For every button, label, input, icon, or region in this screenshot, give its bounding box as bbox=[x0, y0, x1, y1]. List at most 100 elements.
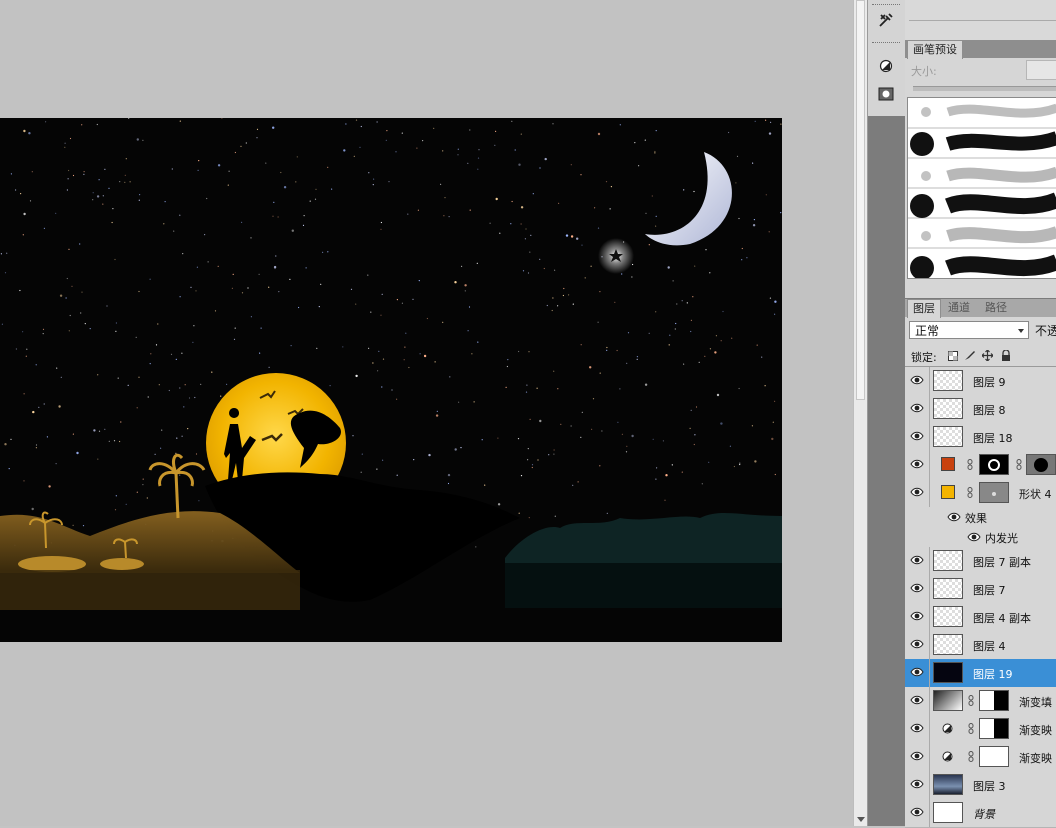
layer-row[interactable]: 图层 4 副本 bbox=[905, 603, 1056, 632]
layer-row[interactable]: 图层 18 bbox=[905, 423, 1056, 452]
eye-visibility-icon[interactable] bbox=[910, 610, 924, 622]
eye-visibility-icon[interactable] bbox=[947, 511, 961, 523]
eye-visibility-icon[interactable] bbox=[910, 806, 924, 818]
layer-thumbnail[interactable] bbox=[933, 662, 963, 683]
layer-row[interactable] bbox=[905, 451, 1056, 480]
star bbox=[138, 199, 140, 201]
dock-grip[interactable] bbox=[872, 4, 900, 7]
adjustment-layer-icon[interactable] bbox=[942, 723, 953, 734]
vector-mask-thumbnail[interactable] bbox=[979, 482, 1009, 503]
layer-thumbnail[interactable] bbox=[933, 802, 963, 823]
shape-color-swatch[interactable] bbox=[941, 457, 955, 471]
brush-stroke-previews[interactable] bbox=[908, 98, 1056, 278]
eye-visibility-icon[interactable] bbox=[910, 458, 924, 470]
star bbox=[526, 384, 528, 386]
eye-visibility-icon[interactable] bbox=[910, 722, 924, 734]
masks-icon[interactable] bbox=[876, 84, 896, 104]
star bbox=[716, 393, 720, 397]
lock-all-icon[interactable] bbox=[1000, 350, 1011, 361]
star bbox=[154, 453, 156, 455]
eye-visibility-icon[interactable] bbox=[910, 554, 924, 566]
layer-thumbnail[interactable] bbox=[933, 606, 963, 627]
lock-position-icon[interactable] bbox=[982, 350, 993, 361]
link-icon[interactable] bbox=[968, 751, 974, 762]
tab-channels[interactable]: 通道 bbox=[943, 299, 975, 317]
eye-visibility-icon[interactable] bbox=[910, 430, 924, 442]
brush-preset-list[interactable] bbox=[907, 97, 1056, 279]
star bbox=[511, 200, 513, 203]
layer-row[interactable]: 图层 8 bbox=[905, 395, 1056, 424]
link-icon[interactable] bbox=[967, 459, 973, 470]
document-canvas-area[interactable] bbox=[0, 0, 853, 826]
link-icon[interactable] bbox=[968, 723, 974, 734]
gradient-fill-thumbnail[interactable] bbox=[933, 690, 963, 711]
brush-size-slider[interactable] bbox=[913, 86, 1056, 91]
layer-row[interactable]: 图层 3 bbox=[905, 771, 1056, 800]
night-scene-artwork[interactable] bbox=[0, 118, 782, 642]
adjustments-icon[interactable] bbox=[876, 56, 896, 76]
layer-mask-thumbnail[interactable] bbox=[979, 718, 1009, 739]
eye-visibility-icon[interactable] bbox=[910, 666, 924, 678]
star bbox=[142, 478, 144, 480]
layer-row[interactable]: 背景 bbox=[905, 799, 1056, 828]
scroll-down-arrow-icon[interactable] bbox=[857, 817, 865, 822]
eye-visibility-icon[interactable] bbox=[910, 486, 924, 498]
eye-visibility-icon[interactable] bbox=[910, 638, 924, 650]
star bbox=[388, 181, 390, 183]
layer-row[interactable]: 渐变填 bbox=[905, 687, 1056, 716]
layer-thumbnail[interactable] bbox=[933, 426, 963, 447]
layer-row[interactable]: 形状 4 bbox=[905, 479, 1056, 508]
layer-thumbnail[interactable] bbox=[933, 578, 963, 599]
layer-thumbnail[interactable] bbox=[933, 550, 963, 571]
star bbox=[676, 303, 678, 305]
layer-thumbnail[interactable] bbox=[933, 634, 963, 655]
eye-visibility-icon[interactable] bbox=[910, 778, 924, 790]
eye-visibility-icon[interactable] bbox=[910, 694, 924, 706]
blend-mode-select[interactable]: 正常 bbox=[909, 321, 1029, 339]
layer-row[interactable]: 图层 19 bbox=[905, 659, 1056, 688]
layer-mask-thumbnail[interactable] bbox=[979, 746, 1009, 767]
layer-row[interactable]: 渐变映 bbox=[905, 715, 1056, 744]
scrollbar-thumb[interactable] bbox=[856, 0, 865, 400]
shape-color-swatch[interactable] bbox=[941, 485, 955, 499]
adjustment-layer-icon[interactable] bbox=[942, 751, 953, 762]
eye-visibility-icon[interactable] bbox=[910, 402, 924, 414]
layer-name: 图层 9 bbox=[973, 376, 1006, 389]
opacity-label[interactable]: 不透 bbox=[1035, 322, 1056, 339]
layer-row[interactable]: 图层 9 bbox=[905, 367, 1056, 396]
layers-list[interactable]: 图层 9 图层 8 图层 18 形状 4 效果 内发光 图层 7 副本 图层 7 图层 4 副本… bbox=[905, 366, 1056, 828]
link-icon[interactable] bbox=[968, 695, 974, 706]
effects-row[interactable]: 效果 bbox=[905, 507, 1056, 527]
tab-brush-presets[interactable]: 画笔预设 bbox=[907, 40, 963, 59]
lock-transparent-icon[interactable] bbox=[947, 350, 958, 361]
link-icon[interactable] bbox=[1016, 459, 1022, 470]
lock-paint-icon[interactable] bbox=[964, 350, 975, 361]
tool-presets-icon[interactable] bbox=[876, 10, 896, 30]
layer-row[interactable]: 图层 4 bbox=[905, 631, 1056, 660]
eye-visibility-icon[interactable] bbox=[910, 750, 924, 762]
layer-thumbnail[interactable] bbox=[933, 774, 963, 795]
canvas-vertical-scrollbar[interactable] bbox=[853, 0, 868, 826]
dock-grip[interactable] bbox=[872, 42, 900, 45]
layer-mask-thumbnail[interactable] bbox=[979, 690, 1009, 711]
eye-visibility-icon[interactable] bbox=[967, 531, 981, 543]
link-icon[interactable] bbox=[967, 487, 973, 498]
layer-mask-thumbnail[interactable] bbox=[1026, 454, 1056, 475]
brush-size-input[interactable] bbox=[1026, 60, 1056, 80]
layer-divider bbox=[929, 659, 930, 687]
tab-layers[interactable]: 图层 bbox=[907, 299, 941, 318]
effect-item-row[interactable]: 内发光 bbox=[905, 527, 1056, 547]
eye-visibility-icon[interactable] bbox=[910, 374, 924, 386]
eye-visibility-icon[interactable] bbox=[910, 582, 924, 594]
vector-mask-thumbnail[interactable] bbox=[979, 454, 1009, 475]
layer-row[interactable]: 渐变映 bbox=[905, 743, 1056, 772]
tab-paths[interactable]: 路径 bbox=[980, 299, 1012, 317]
star bbox=[520, 223, 522, 225]
layer-thumbnail[interactable] bbox=[933, 370, 963, 391]
layer-row[interactable]: 图层 7 bbox=[905, 575, 1056, 604]
star bbox=[196, 266, 198, 268]
star bbox=[580, 174, 582, 176]
star bbox=[536, 387, 538, 389]
layer-thumbnail[interactable] bbox=[933, 398, 963, 419]
layer-row[interactable]: 图层 7 副本 bbox=[905, 547, 1056, 576]
